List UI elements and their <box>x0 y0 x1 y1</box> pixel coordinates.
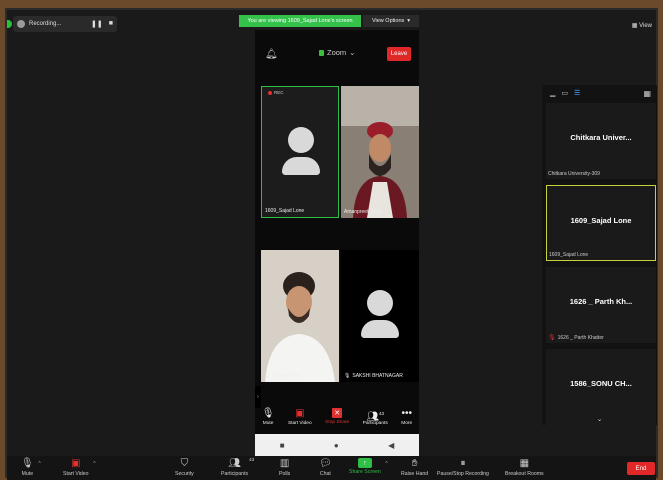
video-off-icon: ▣ <box>71 458 81 469</box>
rec-indicator: REC <box>268 90 284 95</box>
participant-display-name: 1609_Sajad Lone <box>570 216 632 225</box>
recording-pill: Recording... ❚❚ ■ <box>13 16 117 32</box>
participant-tile[interactable]: 🎙︎ Shahid Bhat <box>261 250 339 382</box>
home-icon[interactable]: ● <box>334 441 339 450</box>
pause-icon[interactable]: ❚❚ <box>91 20 103 28</box>
participant-name: Amanpreet Singh <box>344 209 383 215</box>
participants-icon: 👥︎ <box>228 458 241 469</box>
view-label: View <box>639 23 652 29</box>
shield-icon: ⛉ <box>180 458 189 469</box>
chevron-up-icon: ^ <box>93 461 96 467</box>
breakout-rooms-button[interactable]: ▦ Breakout Rooms <box>505 458 544 477</box>
strip-view-icon[interactable]: ☰ <box>574 89 580 97</box>
participants-strip: ▁ ▭ ☰ ▦ Chitkara Univer... Chitkara Univ… <box>542 85 657 425</box>
chat-icon: 💬︎ <box>319 458 332 469</box>
recents-icon[interactable]: ■ <box>280 441 285 450</box>
hand-icon: ✋︎ <box>411 458 418 469</box>
participants-icon: 👥︎43 <box>366 411 385 423</box>
video-feed <box>261 250 339 382</box>
stop-icon[interactable]: ■ <box>109 20 113 28</box>
pause-stop-recording-button[interactable]: ⏸︎ Pause/Stop Recording <box>437 458 489 477</box>
participant-display-name: Chitkara Univer... <box>570 133 632 142</box>
avatar-icon <box>288 127 314 153</box>
participant-tile[interactable]: 🎙︎ SAKSHI BHATNAGAR <box>341 250 419 382</box>
polls-icon: ▥ <box>279 458 290 469</box>
phone-header: 🔔︎ Zoom ⌄ Leave <box>255 30 419 70</box>
chevron-up-icon: ^ <box>38 461 41 467</box>
participant-name: Chitkara University-309 <box>548 171 600 177</box>
chevron-up-icon: ^ <box>385 461 388 467</box>
start-video-button[interactable]: ▣ Start Video ^ <box>63 458 96 477</box>
single-view-icon[interactable]: ▭ <box>561 89 568 97</box>
chat-button[interactable]: 💬︎ Chat <box>319 458 332 477</box>
participant-name: 🎙︎ Shahid Bhat <box>264 373 300 379</box>
share-screen-button[interactable]: ↑ Share Screen ^ <box>349 458 388 475</box>
phone-toolbar: 🎙︎ Mute ▣ Start Video ✕ Stop Share 👥︎43 Part… <box>255 408 419 434</box>
chevron-down-icon: ⌄ <box>349 48 356 57</box>
avatar-body <box>282 157 320 175</box>
mic-muted-icon: 🎙︎ <box>548 335 556 341</box>
participant-name: 1609_Sajad Lone <box>549 252 589 258</box>
recording-icon: ⏸︎ <box>460 458 466 469</box>
mic-icon: 🎙︎ <box>344 373 351 379</box>
zoom-title[interactable]: Zoom ⌄ <box>319 48 355 57</box>
view-button[interactable]: ▦ View <box>632 22 652 29</box>
meeting-controls: 🎙︎ Mute ^ ▣ Start Video ^ ⛉ Security 👥︎ 43 Part… <box>7 456 656 480</box>
chevron-down-icon: ▾ <box>407 18 411 24</box>
mute-button[interactable]: 🎙︎ Mute <box>262 408 275 426</box>
strip-header: ▁ ▭ ☰ ▦ <box>542 85 657 101</box>
stop-share-icon: ✕ <box>332 408 343 418</box>
shield-icon <box>319 49 324 56</box>
zoom-window: Recording... ❚❚ ■ You are viewing 1609_S… <box>5 8 658 480</box>
mic-icon: 🎙︎ <box>21 458 34 469</box>
back-icon[interactable]: ◀ <box>388 441 394 450</box>
scroll-down-icon[interactable]: ⌄ <box>542 415 657 423</box>
mic-icon: 🎙︎ <box>264 373 271 379</box>
video-off-icon: ▣ <box>295 408 305 419</box>
polls-button[interactable]: ▥ Polls <box>279 458 290 477</box>
mic-icon: 🎙︎ <box>261 408 275 419</box>
status-indicator <box>7 20 12 28</box>
speaker-icon[interactable]: 🔔︎ <box>265 49 278 60</box>
participant-tile[interactable]: 1626 _ Parth Kh... 🎙︎ 1626 _ Parth Khatte… <box>546 267 656 343</box>
participants-button[interactable]: 👥︎43Participants <box>221 457 254 477</box>
minimize-icon[interactable]: ▁ <box>550 89 555 97</box>
leave-button[interactable]: Leave <box>387 47 411 61</box>
view-options-label: View Options <box>371 18 405 24</box>
participant-display-name: 1586_SONU CH... <box>570 379 632 388</box>
grid-view-icon[interactable]: ▦ <box>643 89 651 98</box>
recording-label: Recording... <box>29 21 62 27</box>
participant-name: 🎙︎ SAKSHI BHATNAGAR <box>344 373 403 379</box>
participants-button[interactable]: 👥︎43Participants <box>363 408 388 426</box>
participant-name: 🎙︎ 1626 _ Parth Khatter <box>548 334 604 342</box>
avatar-body <box>361 320 399 338</box>
participant-tile[interactable]: 1609_Sajad Lone 1609_Sajad Lone <box>546 185 656 261</box>
view-grid-icon: ▦ <box>631 23 638 29</box>
cloud-recording-icon <box>17 20 25 28</box>
participant-name: 1609_Sajad Lone <box>265 208 305 214</box>
start-video-button[interactable]: ▣ Start Video <box>288 408 312 426</box>
collapse-tab[interactable]: › <box>255 386 261 408</box>
participant-tile[interactable]: 1586_SONU CH... <box>546 349 656 425</box>
security-button[interactable]: ⛉ Security <box>175 458 194 477</box>
stop-share-button[interactable]: ✕ Stop Share <box>325 408 349 425</box>
more-icon: ••• <box>401 408 412 419</box>
participant-tile[interactable]: Chitkara Univer... Chitkara University-3… <box>546 103 656 179</box>
android-nav-bar: ■ ● ◀ <box>255 434 419 456</box>
breakout-icon: ▦ <box>519 458 530 469</box>
more-button[interactable]: ••• More <box>401 408 412 426</box>
zoom-label: Zoom <box>327 48 347 57</box>
participant-tile[interactable]: REC 1609_Sajad Lone <box>261 86 339 218</box>
view-options-button[interactable]: View Options ▾ <box>363 15 419 27</box>
avatar-icon <box>367 290 393 316</box>
shared-phone-screen: 🔔︎ Zoom ⌄ Leave REC 1609_Sajad Lone Aman… <box>255 30 419 456</box>
video-feed <box>341 86 419 218</box>
viewing-banner: You are viewing 1609_Sajad Lone's screen <box>239 15 361 27</box>
participant-display-name: 1626 _ Parth Kh... <box>569 297 633 306</box>
raise-hand-button[interactable]: ✋︎ Raise Hand <box>401 458 428 477</box>
participant-tile[interactable]: Amanpreet Singh <box>341 86 419 218</box>
mute-button[interactable]: 🎙︎ Mute ^ <box>21 458 41 477</box>
share-screen-icon: ↑ <box>357 458 372 468</box>
end-button[interactable]: End <box>627 462 655 475</box>
